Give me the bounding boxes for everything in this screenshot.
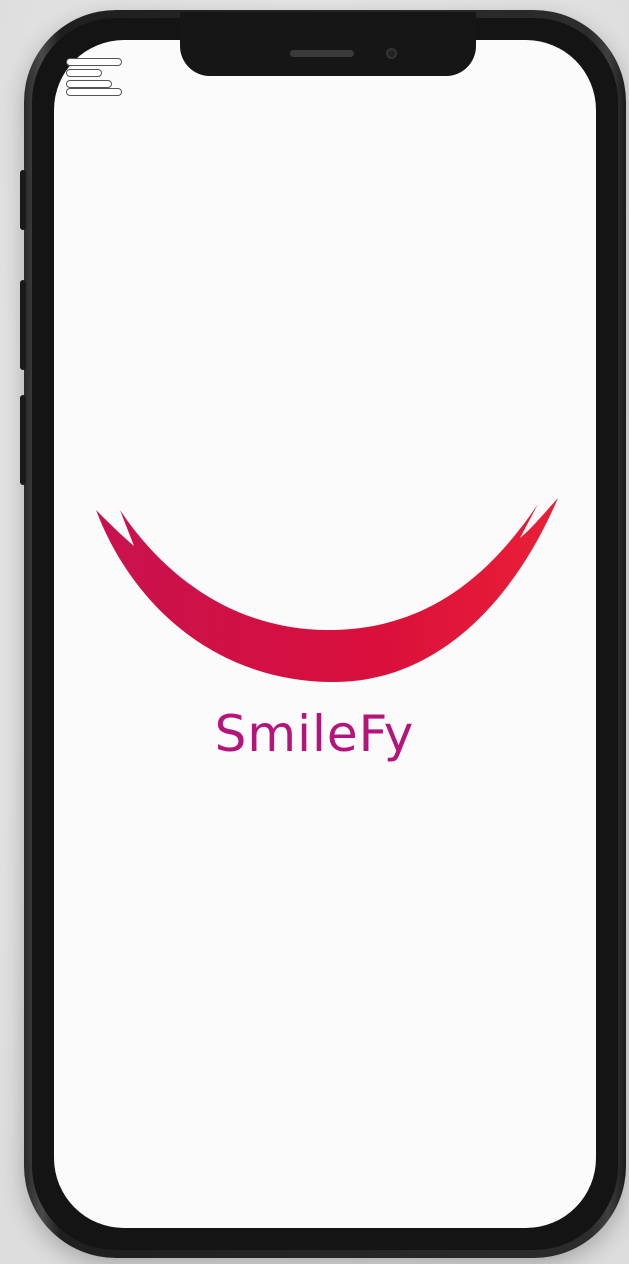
- phone-notch: [180, 12, 476, 76]
- app-canvas: SmileFy: [0, 0, 629, 1264]
- brand-name: SmileFy: [214, 705, 415, 763]
- volume-down-button: [20, 395, 26, 485]
- earpiece-speaker: [290, 50, 354, 57]
- mute-switch: [20, 170, 26, 230]
- hamburger-menu-icon[interactable]: [66, 56, 126, 96]
- smile-logo-icon: [96, 498, 558, 683]
- front-camera-icon: [386, 48, 397, 59]
- volume-up-button: [20, 280, 26, 370]
